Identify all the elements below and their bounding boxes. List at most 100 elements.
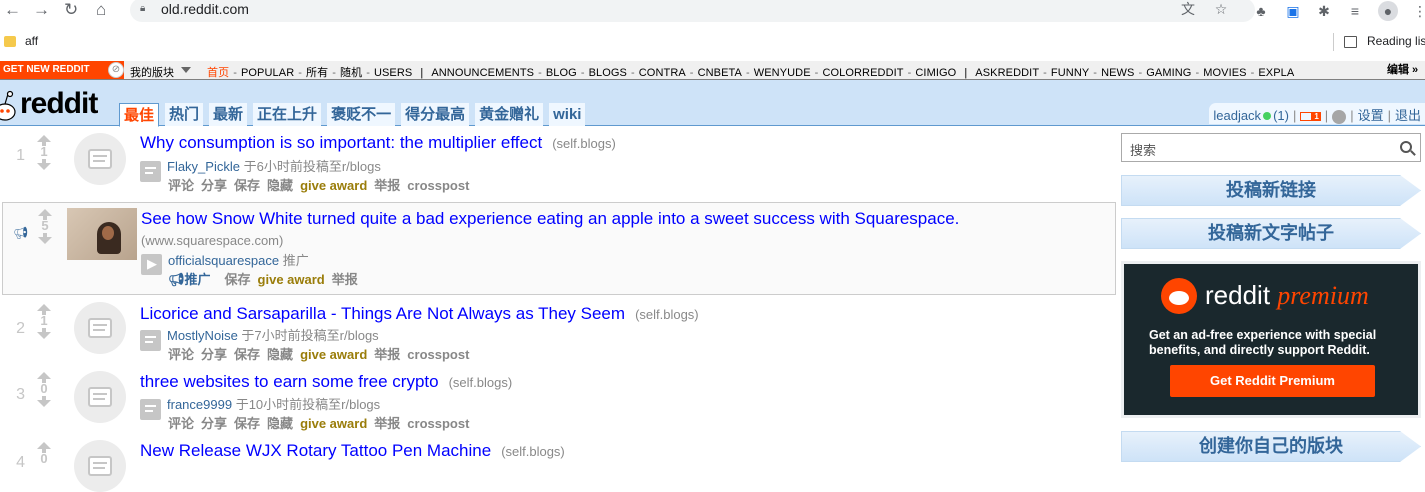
- sr-link[interactable]: COLORREDDIT: [822, 67, 903, 79]
- sr-link[interactable]: 所有: [306, 67, 328, 79]
- sr-link[interactable]: MOVIES: [1203, 67, 1246, 79]
- post-title[interactable]: See how Snow White turned quite a bad ex…: [141, 209, 959, 229]
- sr-link[interactable]: CIMIGO: [915, 67, 956, 79]
- upvote-icon[interactable]: [38, 209, 52, 220]
- downvote-icon[interactable]: [37, 328, 51, 339]
- translate-icon[interactable]: 文: [1178, 0, 1198, 19]
- sr-link[interactable]: CNBETA: [698, 67, 742, 79]
- tab-controversial[interactable]: 褒贬不一: [327, 103, 396, 126]
- expand-text-icon[interactable]: [140, 161, 161, 182]
- forward-icon[interactable]: →: [33, 0, 50, 20]
- give-award-button[interactable]: give award: [300, 347, 367, 362]
- downvote-icon[interactable]: [37, 159, 51, 170]
- tab-wiki[interactable]: wiki: [549, 103, 586, 126]
- sr-link[interactable]: NEWS: [1101, 67, 1134, 79]
- report-button[interactable]: 举报: [374, 178, 400, 193]
- chat-icon[interactable]: [1332, 109, 1347, 124]
- preferences-link[interactable]: 设置: [1358, 108, 1384, 123]
- save-button[interactable]: 保存: [225, 272, 251, 287]
- reading-list-button[interactable]: Reading lis: [1367, 34, 1425, 48]
- self-post-thumbnail[interactable]: [74, 371, 126, 423]
- reddit-logo[interactable]: reddit: [0, 86, 102, 126]
- report-button[interactable]: 举报: [332, 272, 358, 287]
- post-domain[interactable]: (self.blogs): [635, 307, 699, 322]
- upvote-icon[interactable]: [37, 372, 51, 383]
- reload-icon[interactable]: ↻: [64, 0, 78, 20]
- submit-text-button[interactable]: 投稿新文字帖子: [1121, 218, 1421, 249]
- post-domain[interactable]: (www.squarespace.com): [141, 233, 283, 248]
- post-title[interactable]: New Release WJX Rotary Tattoo Pen Machin…: [140, 441, 491, 460]
- tab-top[interactable]: 得分最高: [401, 103, 470, 126]
- post-domain[interactable]: (self.blogs): [552, 136, 616, 151]
- self-post-thumbnail[interactable]: [74, 302, 126, 354]
- post-author[interactable]: france9999: [167, 397, 232, 412]
- mail-icon[interactable]: [1300, 112, 1313, 122]
- sr-link[interactable]: BLOG: [546, 67, 577, 79]
- self-post-thumbnail[interactable]: [74, 133, 126, 185]
- sr-link[interactable]: POPULAR: [241, 67, 294, 79]
- logout-link[interactable]: 退出: [1395, 108, 1421, 123]
- sr-link[interactable]: ANNOUNCEMENTS: [431, 67, 534, 79]
- tab-new[interactable]: 最新: [209, 103, 248, 126]
- sr-link[interactable]: WENYUDE: [754, 67, 811, 79]
- expand-video-icon[interactable]: ▶: [141, 254, 162, 275]
- get-premium-button[interactable]: Get Reddit Premium: [1170, 365, 1375, 397]
- post-domain[interactable]: (self.blogs): [501, 444, 565, 459]
- post-author[interactable]: Flaky_Pickle: [167, 159, 240, 174]
- report-button[interactable]: 举报: [374, 347, 400, 362]
- address-bar[interactable]: 🔒︎ old.reddit.com 文 ☆: [130, 0, 1255, 22]
- sr-link[interactable]: 首页: [207, 67, 229, 79]
- tab-gilded[interactable]: 黄金赠礼: [475, 103, 544, 126]
- star-icon[interactable]: ☆: [1211, 0, 1231, 19]
- media-icon[interactable]: ≡: [1345, 1, 1365, 21]
- post-author[interactable]: officialsquarespace: [168, 253, 279, 268]
- tab-rising[interactable]: 正在上升: [253, 103, 322, 126]
- comments-button[interactable]: 评论: [168, 178, 194, 193]
- sr-link[interactable]: GAMING: [1146, 67, 1191, 79]
- extension-icon[interactable]: ♣: [1251, 1, 1271, 21]
- self-post-thumbnail[interactable]: [74, 440, 126, 492]
- downvote-icon[interactable]: [38, 233, 52, 244]
- comments-button[interactable]: 评论: [168, 416, 194, 431]
- share-button[interactable]: 分享: [201, 416, 227, 431]
- get-new-reddit-button[interactable]: GET NEW REDDIT: [0, 61, 124, 79]
- hide-button[interactable]: 隐藏: [267, 416, 293, 431]
- upvote-icon[interactable]: [37, 304, 51, 315]
- edit-subreddits-link[interactable]: 编辑 »: [1383, 61, 1425, 79]
- give-award-button[interactable]: give award: [300, 178, 367, 193]
- sr-link[interactable]: EXPLA: [1258, 67, 1294, 79]
- puzzle-icon[interactable]: ✱: [1314, 1, 1334, 21]
- expand-text-icon[interactable]: [140, 399, 161, 420]
- search-input[interactable]: 搜索: [1121, 133, 1421, 162]
- upvote-icon[interactable]: [37, 442, 51, 453]
- expand-text-icon[interactable]: [140, 330, 161, 351]
- share-button[interactable]: 分享: [201, 347, 227, 362]
- username-link[interactable]: leadjack: [1213, 108, 1261, 123]
- crosspost-button[interactable]: crosspost: [407, 178, 469, 193]
- sr-link[interactable]: 随机: [340, 67, 362, 79]
- crosspost-button[interactable]: crosspost: [407, 416, 469, 431]
- give-award-button[interactable]: give award: [258, 272, 325, 287]
- upvote-icon[interactable]: [37, 135, 51, 146]
- save-button[interactable]: 保存: [234, 416, 260, 431]
- sr-link[interactable]: ASKREDDIT: [975, 67, 1039, 79]
- post-author[interactable]: MostlyNoise: [167, 328, 238, 343]
- profile-icon[interactable]: ●: [1378, 1, 1398, 21]
- crosspost-button[interactable]: crosspost: [407, 347, 469, 362]
- tab-best[interactable]: 最佳: [119, 103, 160, 127]
- ad-thumbnail[interactable]: [67, 208, 137, 260]
- home-icon[interactable]: ⌂: [96, 0, 106, 20]
- submit-link-button[interactable]: 投稿新链接: [1121, 175, 1421, 206]
- mail-badge[interactable]: 1: [1312, 112, 1321, 122]
- post-domain[interactable]: (self.blogs): [449, 375, 513, 390]
- search-icon[interactable]: [1400, 141, 1412, 153]
- give-award-button[interactable]: give award: [300, 416, 367, 431]
- promote-button[interactable]: 📢︎推广: [168, 272, 218, 287]
- extension-icon[interactable]: ▣: [1283, 1, 1303, 21]
- hide-button[interactable]: 隐藏: [267, 347, 293, 362]
- report-button[interactable]: 举报: [374, 416, 400, 431]
- post-title[interactable]: Licorice and Sarsaparilla - Things Are N…: [140, 304, 625, 323]
- tab-hot[interactable]: 热门: [165, 103, 204, 126]
- save-button[interactable]: 保存: [234, 347, 260, 362]
- post-title[interactable]: Why consumption is so important: the mul…: [140, 133, 542, 152]
